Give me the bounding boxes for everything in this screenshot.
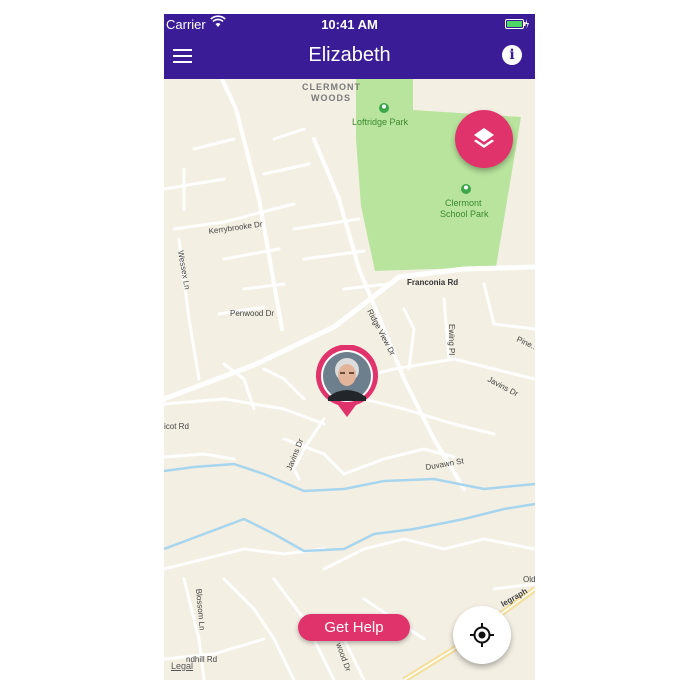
- neighborhood-label: CLERMONT: [302, 82, 361, 92]
- page-title: Elizabeth: [308, 44, 391, 66]
- phone-screen: CLERMONT WOODS Loftridge Park Clermont S…: [164, 14, 535, 680]
- legal-link[interactable]: Legal: [171, 661, 193, 671]
- neighborhood-label: WOODS: [311, 93, 351, 103]
- park-label: Loftridge Park: [352, 117, 409, 127]
- info-icon[interactable]: i: [502, 45, 522, 65]
- crosshair-location-icon: [470, 623, 494, 647]
- street-label: Old: [523, 575, 535, 584]
- layers-icon: [474, 128, 494, 148]
- street-label: Ewing Pl: [447, 324, 456, 355]
- layers-button[interactable]: [455, 110, 513, 168]
- get-help-button[interactable]: Get Help: [298, 614, 410, 641]
- user-location-pin[interactable]: [316, 345, 378, 417]
- street-label: icot Rd: [164, 422, 189, 431]
- status-bar: Carrier 10:41 AM: [164, 14, 535, 34]
- battery-charging-icon: [505, 19, 529, 29]
- navigation-bar: Elizabeth i: [164, 34, 535, 79]
- park-label: Clermont: [445, 198, 482, 208]
- street-label: Penwood Dr: [230, 309, 274, 318]
- street-label: Franconia Rd: [407, 278, 458, 287]
- park-label: School Park: [440, 209, 489, 219]
- my-location-button[interactable]: [453, 606, 511, 664]
- clock: 10:41 AM: [321, 17, 378, 32]
